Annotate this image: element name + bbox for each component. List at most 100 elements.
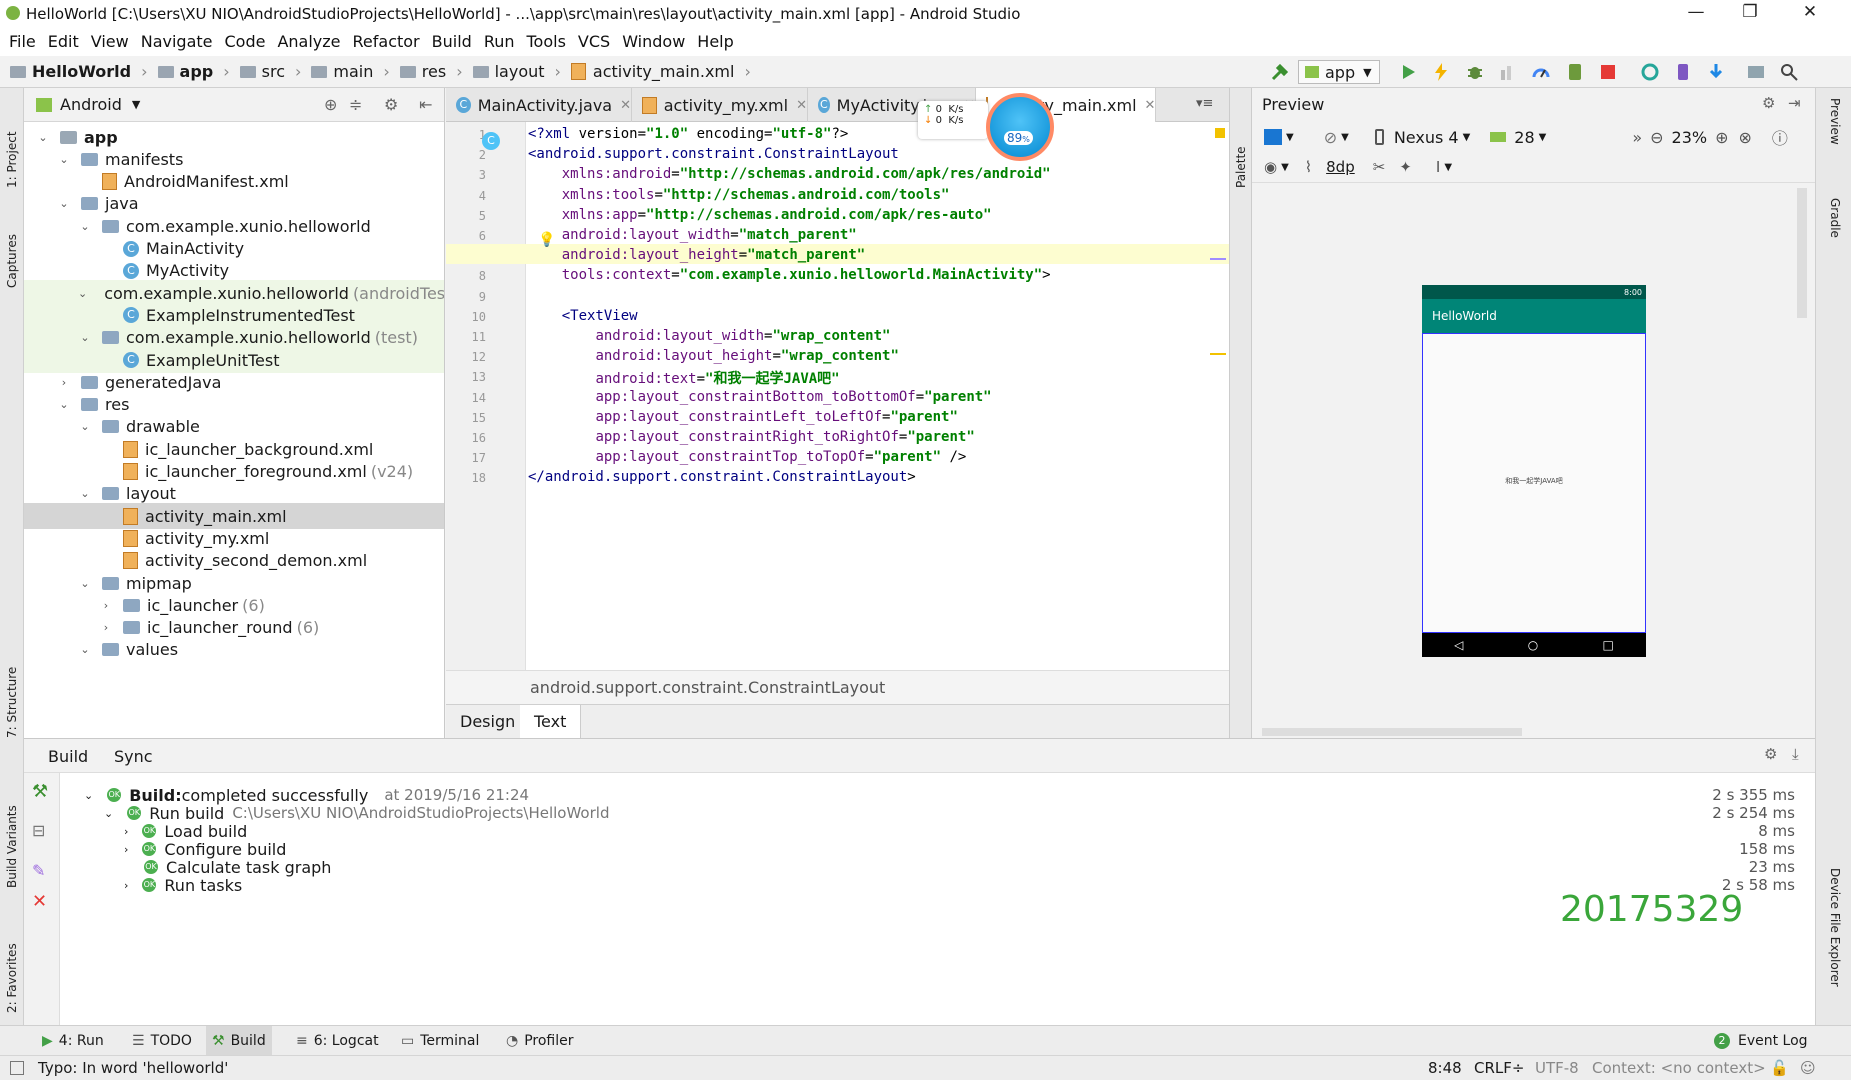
layers-icon[interactable] [1264, 129, 1282, 145]
tool-palette[interactable]: Palette [1234, 128, 1248, 188]
code-line[interactable]: <android.support.constraint.ConstraintLa… [528, 146, 899, 162]
chevron-down-icon[interactable]: ⌄ [57, 197, 71, 210]
tab-list-icon[interactable]: ▾≡ [1196, 96, 1213, 111]
inspector-icon[interactable]: ☺ [1800, 1059, 1816, 1077]
device-preview[interactable]: 8:00 HelloWorld 和我一起学JAVA吧 ◁ ○ □ [1422, 285, 1646, 657]
code-line[interactable]: tools:context="com.example.xunio.hellowo… [528, 267, 1051, 283]
coverage-icon[interactable] [1498, 62, 1518, 82]
tab-design[interactable]: Design [446, 705, 531, 739]
tool-device-file-explorer[interactable]: Device File Explorer [1828, 868, 1842, 1028]
network-speed-widget[interactable]: ↑ 0 K/s ↓ 0 K/s 89% [918, 93, 1058, 163]
tool-favorites[interactable]: 2: Favorites [5, 923, 19, 1013]
close-icon[interactable]: ✕ [32, 891, 47, 912]
tool-preview[interactable]: Preview [1828, 98, 1842, 178]
infer-constraints-icon[interactable]: ✦ [1399, 158, 1412, 176]
chevron-down-icon[interactable]: ⌄ [78, 487, 92, 500]
api-select[interactable]: 28 [1514, 128, 1534, 147]
tool-terminal[interactable]: ▭ Terminal [395, 1026, 485, 1056]
tool-structure[interactable]: 7: Structure [5, 648, 19, 738]
code-line[interactable]: app:layout_constraintLeft_toLeftOf="pare… [528, 409, 957, 425]
code-line[interactable]: android:layout_width="wrap_content" [528, 328, 890, 344]
hide-panel-icon[interactable]: ⇤ [419, 95, 432, 114]
maximize-button[interactable]: ❐ [1727, 2, 1773, 26]
zoom-fit-icon[interactable]: ⊗ [1739, 128, 1752, 147]
code-line[interactable]: xmlns:android="http://schemas.android.co… [528, 166, 1051, 182]
context-indicator[interactable]: Context: <no context> [1592, 1059, 1766, 1077]
sdk-manager-icon[interactable] [1706, 62, 1726, 82]
default-margin[interactable]: 8dp [1326, 158, 1355, 176]
menu-code[interactable]: Code [222, 28, 275, 56]
apply-changes-icon[interactable] [1431, 62, 1451, 82]
menu-edit[interactable]: Edit [45, 28, 88, 56]
device-select[interactable]: Nexus 4 [1394, 128, 1459, 147]
tool-profiler[interactable]: ◔ Profiler [500, 1026, 580, 1056]
phone-content[interactable]: 和我一起学JAVA吧 [1422, 333, 1646, 633]
eye-icon[interactable]: ◉ [1264, 158, 1277, 176]
editor-breadcrumb[interactable]: android.support.constraint.ConstraintLay… [446, 670, 1229, 704]
warning-stripe[interactable] [1210, 353, 1226, 355]
hammer-icon[interactable]: ⚒ [32, 781, 48, 802]
locate-icon[interactable]: ⊕ [324, 95, 337, 114]
attach-debugger-icon[interactable] [1565, 62, 1585, 82]
menu-view[interactable]: View [88, 28, 138, 56]
breadcrumb-res[interactable]: res › [399, 62, 463, 81]
menu-file[interactable]: File [6, 28, 45, 56]
chevron-down-icon[interactable]: ⌄ [78, 331, 92, 344]
autoconnect-icon[interactable]: ⌇ [1305, 158, 1312, 176]
tab-mainactivity-java[interactable]: C MainActivity.java ✕ [446, 88, 632, 122]
close-icon[interactable]: ✕ [620, 98, 631, 113]
chevron-right-icon[interactable]: › [57, 376, 71, 389]
toggle-view-icon[interactable]: ⊟ [32, 821, 45, 840]
chevron-down-icon[interactable]: ⌄ [84, 789, 93, 802]
chevron-down-icon[interactable]: ⌄ [78, 287, 87, 300]
tool-gradle[interactable]: Gradle [1828, 198, 1842, 268]
tool-todo[interactable]: ☰ TODO [126, 1026, 198, 1056]
menu-build[interactable]: Build [429, 28, 481, 56]
avd-manager-icon[interactable] [1673, 62, 1693, 82]
code-line[interactable]: android:layout_height="wrap_content" [528, 348, 898, 364]
menu-navigate[interactable]: Navigate [138, 28, 222, 56]
typo-stripe[interactable] [1210, 258, 1226, 260]
gear-icon[interactable]: ⚙ [1764, 745, 1777, 763]
breadcrumb-app[interactable]: app › [157, 62, 230, 81]
code-line[interactable]: xmlns:tools="http://schemas.android.com/… [528, 187, 950, 203]
code-line[interactable]: <?xml version="1.0" encoding="utf-8"?> [528, 126, 848, 142]
preview-hscrollbar[interactable] [1262, 728, 1522, 736]
status-message[interactable]: Typo: In word 'helloworld' [38, 1059, 228, 1077]
code-editor[interactable]: 123456789101112131415161718 <?xml versio… [446, 122, 1229, 670]
chevron-down-icon[interactable]: ▼ [132, 98, 140, 111]
menu-tools[interactable]: Tools [524, 28, 575, 56]
tool-build[interactable]: ⚒ Build [206, 1026, 272, 1056]
zoom-out-icon[interactable]: ⊖ [1650, 128, 1663, 147]
clear-constraints-icon[interactable]: ✂ [1373, 158, 1386, 176]
menu-run[interactable]: Run [481, 28, 524, 56]
chevron-down-icon[interactable]: ⌄ [57, 153, 71, 166]
chevron-right-icon[interactable]: › [99, 599, 113, 612]
run-config-select[interactable]: app ▼ [1298, 60, 1380, 84]
line-separator[interactable]: CRLF÷ [1474, 1059, 1524, 1077]
code-line[interactable]: app:layout_constraintTop_toTopOf="parent… [528, 449, 966, 465]
tool-event-log[interactable]: 2 Event Log [1708, 1026, 1814, 1056]
tool-captures[interactable]: Captures [5, 208, 19, 288]
search-icon[interactable] [1779, 62, 1799, 82]
tool-run[interactable]: ▶ 4: Run [36, 1026, 110, 1056]
chevron-down-icon[interactable]: ⌄ [78, 420, 92, 433]
class-gutter-icon[interactable]: C [482, 132, 500, 150]
tab-text[interactable]: Text [520, 705, 582, 739]
tool-logcat[interactable]: ≡ 6: Logcat [290, 1026, 385, 1056]
chevron-right-icon[interactable]: › [124, 825, 128, 838]
breadcrumb-main[interactable]: main › [311, 62, 390, 81]
code-line[interactable]: app:layout_constraintBottom_toBottomOf="… [528, 389, 991, 405]
info-icon[interactable]: ⓘ [1772, 125, 1788, 149]
debug-icon[interactable] [1465, 62, 1485, 82]
project-view-select[interactable]: Android [60, 95, 122, 114]
close-icon[interactable]: ✕ [796, 98, 807, 113]
chevron-down-icon[interactable]: ⌄ [36, 131, 50, 144]
chevron-down-icon[interactable]: ⌄ [104, 807, 113, 820]
chevron-down-icon[interactable]: ⌄ [78, 577, 92, 590]
breadcrumb-src[interactable]: src › [239, 62, 301, 81]
orientation-icon[interactable]: ⊘ [1324, 128, 1337, 147]
hide-panel-icon[interactable]: ⤓ [1792, 745, 1799, 763]
tab-sync[interactable]: Sync [114, 747, 153, 766]
gear-icon[interactable]: ⚙ [1762, 94, 1775, 112]
